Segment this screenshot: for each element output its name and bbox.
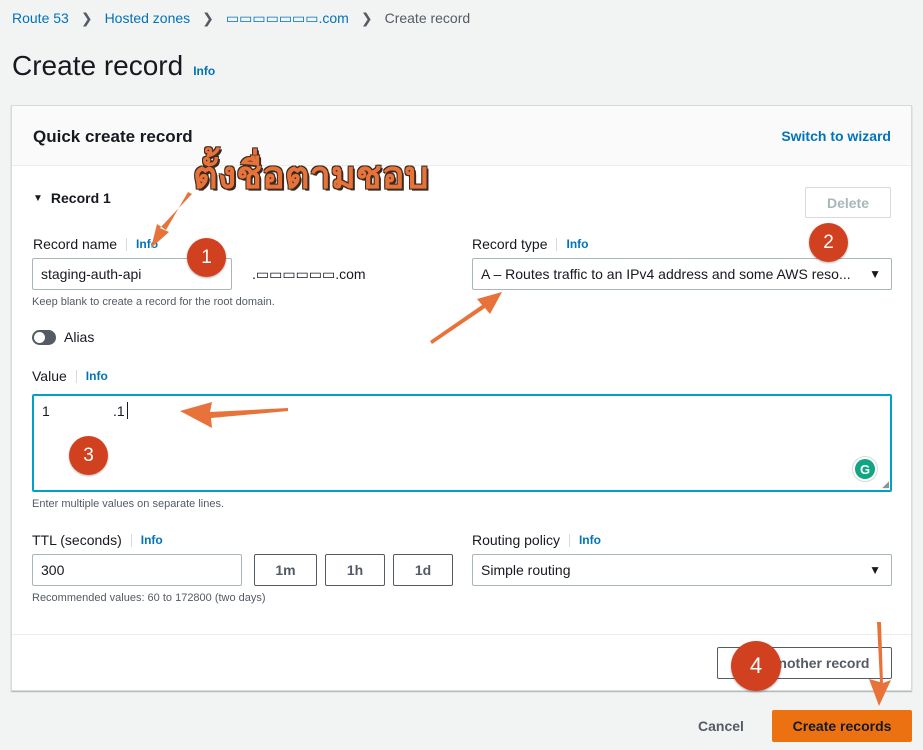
- ttl-1m-button[interactable]: 1m: [254, 554, 317, 586]
- panel-divider: [12, 634, 911, 635]
- chevron-right-icon: ❯: [80, 9, 93, 26]
- breadcrumb-route53[interactable]: Route 53: [12, 10, 69, 26]
- value-label-row: Value Info: [32, 368, 108, 384]
- routing-policy-value: Simple routing: [481, 562, 571, 578]
- value-hint: Enter multiple values on separate lines.: [32, 498, 224, 510]
- toggle-switch[interactable]: [32, 329, 56, 345]
- thai-annotation: ตั้งชื่อตามชอบ: [193, 153, 429, 197]
- text-cursor: [127, 402, 128, 419]
- routing-policy-select[interactable]: Simple routing ▼: [472, 554, 892, 586]
- breadcrumb-current: Create record: [384, 10, 471, 26]
- ttl-hint: Recommended values: 60 to 172800 (two da…: [32, 592, 266, 604]
- switch-to-wizard-link[interactable]: Switch to wizard: [781, 128, 891, 144]
- breadcrumb-hosted-zones[interactable]: Hosted zones: [105, 10, 191, 26]
- record-name-hint: Keep blank to create a record for the ro…: [32, 296, 275, 308]
- label-divider: [130, 533, 132, 547]
- panel-title: Quick create record: [33, 127, 193, 146]
- breadcrumb-domain[interactable]: ▭▭▭▭▭▭▭.com: [226, 10, 349, 27]
- record-type-label: Record type: [472, 236, 548, 252]
- ttl-label-row: TTL (seconds) Info: [32, 532, 163, 548]
- value-textarea[interactable]: 1 .1 G ◢: [32, 394, 892, 492]
- panel-header: Quick create record Switch to wizard: [12, 106, 911, 166]
- record-type-info-link[interactable]: Info: [566, 237, 588, 251]
- label-divider: [126, 237, 128, 251]
- chevron-right-icon: ❯: [360, 9, 373, 26]
- grammarly-icon[interactable]: G: [852, 456, 878, 482]
- routing-policy-label-row: Routing policy Info: [472, 532, 601, 548]
- record-name-label: Record name: [33, 236, 118, 252]
- routing-policy-info-link[interactable]: Info: [579, 533, 601, 547]
- record-name-value: staging-auth-api: [41, 266, 142, 282]
- callout-step-4: 4: [731, 641, 781, 691]
- record-1-toggle[interactable]: ▼ Record 1: [33, 190, 111, 206]
- record-name-label-row: Record name Info: [33, 236, 158, 252]
- routing-policy-label: Routing policy: [472, 532, 560, 548]
- record-name-info-link[interactable]: Info: [136, 237, 158, 251]
- grammarly-g: G: [855, 459, 875, 479]
- caret-down-icon: ▼: [33, 192, 43, 204]
- callout-step-2: 2: [809, 223, 848, 262]
- page-info-link[interactable]: Info: [193, 64, 215, 78]
- chevron-right-icon: ❯: [202, 9, 214, 26]
- value-info-link[interactable]: Info: [86, 369, 108, 383]
- alias-toggle[interactable]: Alias: [32, 329, 94, 345]
- resize-handle-icon[interactable]: ◢: [882, 479, 889, 490]
- cancel-button[interactable]: Cancel: [698, 718, 744, 734]
- toggle-knob: [34, 331, 45, 343]
- label-divider: [568, 533, 570, 547]
- ttl-info-link[interactable]: Info: [141, 533, 163, 547]
- alias-label: Alias: [64, 329, 95, 345]
- domain-suffix: .▭▭▭▭▭▭.com: [252, 266, 366, 282]
- callout-step-1: 1: [187, 238, 226, 277]
- record-type-label-row: Record type Info: [472, 236, 588, 252]
- record-type-value: A – Routes traffic to an IPv4 address an…: [481, 266, 851, 282]
- breadcrumb: Route 53 ❯ Hosted zones ❯ ▭▭▭▭▭▭▭.com ❯ …: [12, 9, 470, 27]
- label-divider: [556, 237, 558, 251]
- value-text-suffix: .1: [113, 403, 125, 419]
- value-label: Value: [32, 368, 67, 384]
- create-records-button[interactable]: Create records: [772, 710, 912, 742]
- caret-down-icon: ▼: [869, 267, 881, 281]
- record-1-label: Record 1: [50, 190, 111, 206]
- ttl-label: TTL (seconds): [32, 532, 122, 548]
- callout-step-3: 3: [69, 436, 108, 475]
- delete-button[interactable]: Delete: [805, 187, 891, 218]
- page-title: Create record: [12, 50, 184, 81]
- ttl-value: 300: [41, 562, 65, 578]
- caret-down-icon: ▼: [869, 563, 881, 577]
- label-divider: [75, 369, 77, 383]
- value-text-prefix: 1: [42, 403, 50, 419]
- record-type-select[interactable]: A – Routes traffic to an IPv4 address an…: [472, 258, 892, 290]
- ttl-1h-button[interactable]: 1h: [325, 554, 385, 586]
- ttl-input[interactable]: 300: [32, 554, 242, 586]
- page-header: Create record Info: [12, 50, 215, 82]
- ttl-1d-button[interactable]: 1d: [393, 554, 453, 586]
